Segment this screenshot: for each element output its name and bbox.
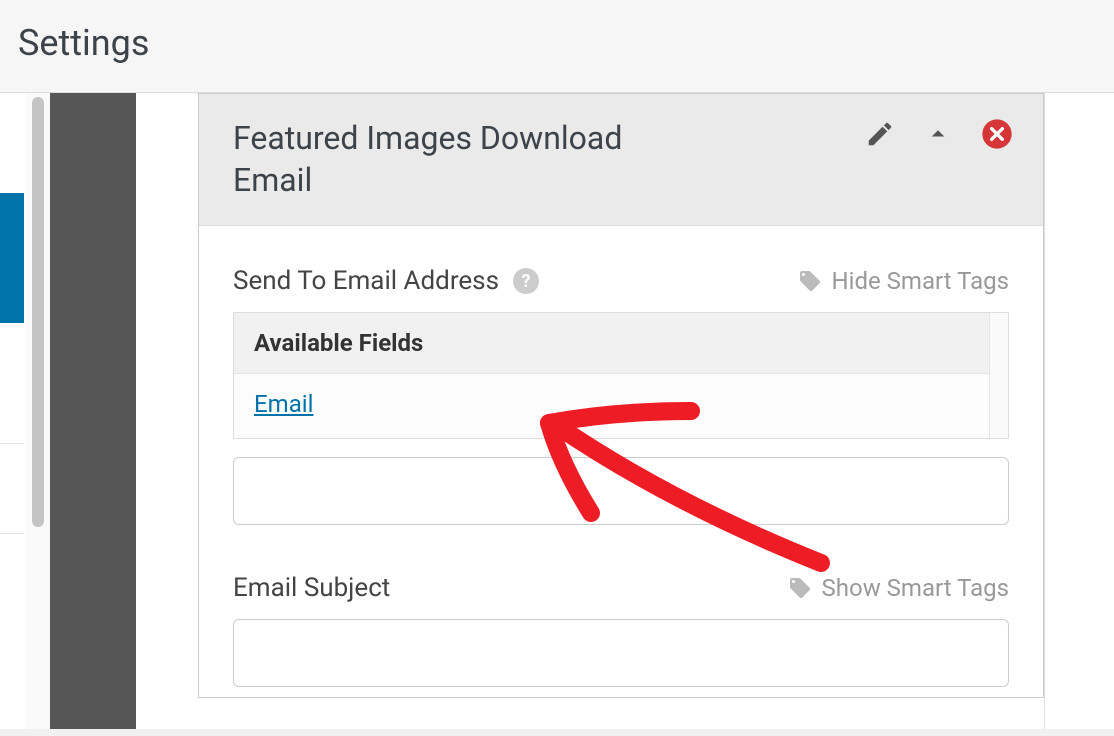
- builder-sidebar: [50, 93, 136, 729]
- sidebar-divider: [0, 443, 24, 444]
- panel-header: Featured Images Download Email: [199, 94, 1043, 226]
- sidebar-divider: [0, 533, 24, 534]
- delete-icon[interactable]: [981, 118, 1013, 150]
- subject-label: Email Subject: [233, 573, 390, 603]
- show-smart-tags-label: Show Smart Tags: [822, 574, 1009, 602]
- scrollbar-thumb[interactable]: [32, 97, 44, 527]
- subject-row: Email Subject Show Smart Tags: [233, 573, 1009, 603]
- panel-title: Featured Images Download Email: [233, 118, 673, 201]
- edit-icon[interactable]: [865, 119, 895, 149]
- right-gutter: [1044, 93, 1114, 729]
- panel-body: Send To Email Address ? Hide Smart Tags …: [199, 226, 1043, 697]
- available-fields-box: Available Fields Email: [233, 312, 1009, 439]
- scrollbar-track[interactable]: [26, 93, 50, 729]
- hide-smart-tags-toggle[interactable]: Hide Smart Tags: [798, 267, 1010, 295]
- page-title: Settings: [18, 22, 1096, 64]
- available-fields-header: Available Fields: [234, 313, 1008, 374]
- panel-actions: [865, 118, 1013, 150]
- tag-icon: [798, 269, 822, 293]
- main-wrap: Featured Images Download Email: [0, 93, 1114, 729]
- main-area: Featured Images Download Email: [136, 93, 1114, 729]
- send-to-label: Send To Email Address ?: [233, 266, 539, 296]
- send-to-row: Send To Email Address ? Hide Smart Tags: [233, 266, 1009, 296]
- hide-smart-tags-label: Hide Smart Tags: [832, 267, 1010, 295]
- send-to-input[interactable]: [233, 457, 1009, 525]
- available-fields-body: Email: [234, 374, 1008, 438]
- collapse-icon[interactable]: [923, 119, 953, 149]
- subject-label-text: Email Subject: [233, 573, 390, 603]
- notification-panel: Featured Images Download Email: [198, 93, 1044, 698]
- sidebar-active-indicator: [0, 193, 24, 323]
- settings-header: Settings: [0, 0, 1114, 93]
- send-to-label-text: Send To Email Address: [233, 266, 499, 296]
- help-icon[interactable]: ?: [513, 268, 539, 294]
- left-edge: [0, 93, 26, 729]
- tag-icon: [788, 576, 812, 600]
- email-field-link[interactable]: Email: [254, 390, 313, 418]
- show-smart-tags-toggle[interactable]: Show Smart Tags: [788, 574, 1009, 602]
- subject-input[interactable]: [233, 619, 1009, 687]
